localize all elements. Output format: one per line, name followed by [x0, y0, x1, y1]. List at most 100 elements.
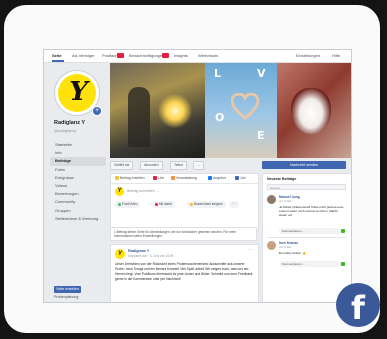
spotlight-glow: [158, 93, 192, 129]
post-body-text: Unser Drehvideo von der Rücksicht eines …: [115, 262, 253, 281]
tab-event[interactable]: Veranstaltung: [171, 176, 197, 181]
cover-tile-stage-light: [110, 63, 205, 158]
tab-live[interactable]: Live: [153, 176, 165, 181]
comment-timestamp: vor 3 Std.: [279, 199, 292, 203]
topbar-tab-ad-tools[interactable]: Werbetools: [198, 53, 218, 58]
approve-check-icon[interactable]: [341, 262, 345, 266]
send-message-button[interactable]: Nachricht senden: [262, 161, 346, 169]
sidebar-item-reviews[interactable]: Bewertungen: [50, 190, 106, 198]
sidebar-item-videos[interactable]: Videos: [50, 182, 106, 190]
briefcase-icon: [235, 176, 239, 181]
inbox-badge: [117, 53, 124, 58]
profile-logo-y: Y: [69, 77, 88, 107]
topbar-tab-insights[interactable]: Insights: [174, 53, 188, 58]
comment-text: Ja Mister phänomenal! Habe mich gefreut …: [279, 205, 344, 218]
photo-video-button[interactable]: Foto/Video: [115, 201, 141, 208]
tab-offer-label: Angebot: [213, 176, 226, 180]
page-title[interactable]: Radiglanz Y: [54, 120, 85, 126]
tab-offer[interactable]: Angebot: [208, 176, 226, 181]
avatar[interactable]: [267, 195, 276, 204]
sidebar-item-events[interactable]: Ereignisse: [50, 174, 106, 182]
tab-event-label: Veranstaltung: [176, 176, 197, 180]
photo-video-label: Foto/Video: [122, 202, 138, 206]
topbar-settings-link[interactable]: Einstellungen: [296, 53, 320, 58]
facebook-logo-icon: f: [336, 283, 380, 327]
composer-avatar: Y: [115, 187, 124, 196]
cover-tile-open-mouth: [277, 63, 351, 158]
divider: [267, 237, 347, 238]
page-sidebar: Y + Radiglanz Y @radiglanzy Startseite I…: [44, 63, 106, 302]
topbar-tab-page[interactable]: Seite: [52, 53, 62, 58]
composer-input[interactable]: Beitrag schreiben ...: [127, 189, 159, 193]
post-options-icon[interactable]: ···: [248, 247, 253, 253]
performer-silhouette: [128, 87, 150, 147]
topbar-help-link[interactable]: Hilfe: [332, 53, 340, 58]
sidebar-item-home[interactable]: Startseite: [50, 141, 106, 149]
page-handle[interactable]: @radiglanzy: [54, 128, 76, 133]
add-photo-icon[interactable]: +: [92, 106, 102, 116]
tab-create-post[interactable]: Beitrag erstellen: [115, 176, 145, 181]
boost-icon: [190, 202, 193, 206]
page-topbar: Seite Als Verfolger Postfach Benachricht…: [44, 50, 351, 63]
comment-timestamp: vor 5 Std.: [279, 245, 292, 249]
sidebar-item-photos[interactable]: Fotos: [50, 166, 106, 174]
comment-reply-input[interactable]: Kommentieren ...: [279, 261, 342, 267]
comment-text: Ein tolles Video! 👍: [279, 251, 306, 255]
sidebar-item-posts[interactable]: Beiträge: [50, 157, 106, 166]
post-composer: Beitrag erstellen Live Veranstaltung Ang…: [110, 173, 259, 231]
tag-icon: [208, 176, 212, 181]
sidebar-item-info[interactable]: Info: [50, 149, 106, 157]
topbar-tab-as-follower[interactable]: Als Verfolger: [72, 53, 95, 58]
comment-reply-input[interactable]: Kommentieren ...: [279, 228, 342, 234]
calendar-icon: [171, 176, 175, 181]
recent-activity-title: Neueste Beiträge: [267, 177, 297, 181]
device-frame: Seite Als Verfolger Postfach Benachricht…: [4, 5, 380, 333]
sidebar-nav: Startseite Info Beiträge Fotos Ereigniss…: [50, 141, 106, 223]
page-notice: 1 Beitrag dieser Seite für Abmeldungen, …: [110, 227, 257, 241]
tab-job[interactable]: Job: [235, 176, 245, 181]
photo-icon: [118, 202, 121, 206]
cover-tile-love-hands: L O V E: [205, 63, 277, 158]
boost-label: Bekanntheit steigern: [194, 202, 224, 206]
activity-search-input[interactable]: Suchen: [267, 184, 346, 190]
share-button[interactable]: Teilen: [170, 161, 187, 170]
composer-more-button[interactable]: ···: [229, 201, 239, 208]
tab-live-label: Live: [158, 176, 165, 180]
more-actions-button[interactable]: ...: [193, 161, 204, 170]
love-letter-e: E: [257, 129, 265, 142]
boost-button[interactable]: Bekanntheit steigern: [187, 201, 227, 208]
approve-check-icon[interactable]: [341, 229, 345, 233]
post-author[interactable]: Radiglanz Y: [128, 249, 149, 253]
sidebar-item-groups[interactable]: Gruppen: [50, 207, 106, 215]
liked-button[interactable]: Gefällt mir: [110, 161, 134, 170]
active-tab-indicator: [52, 60, 64, 62]
hand-heart-icon: [231, 93, 259, 120]
cover-photo[interactable]: L O V E: [110, 63, 351, 158]
post-avatar[interactable]: Y: [115, 249, 125, 259]
notifications-badge: [162, 53, 169, 58]
create-page-button[interactable]: Seite erstellen: [54, 286, 81, 293]
feed-post: Y Radiglanz Y Gepostet von · 3. Juni um …: [110, 244, 259, 302]
sidebar-footer-link[interactable]: Probenplanung: [54, 295, 78, 299]
love-letter-v: V: [257, 67, 266, 80]
pencil-icon: [115, 176, 119, 181]
live-icon: [153, 176, 157, 181]
activity-entry: Ines Krause vor 5 Std. Ein tolles Video!…: [267, 241, 347, 291]
facebook-page-screenshot: Seite Als Verfolger Postfach Benachricht…: [43, 49, 352, 303]
tag-people-label: Mit dabei: [159, 202, 172, 206]
avatar[interactable]: [267, 241, 276, 250]
sidebar-item-community[interactable]: Community: [50, 198, 106, 206]
recent-activity-panel: Neueste Beiträge Suchen Manuel Jung vor …: [262, 173, 351, 302]
topbar-tab-inbox[interactable]: Postfach: [102, 53, 118, 58]
tag-people-button[interactable]: Mit dabei: [152, 201, 175, 208]
post-timestamp[interactable]: Gepostet von · 3. Juni um 14:09: [128, 254, 173, 258]
sidebar-item-jobs[interactable]: Stellenbörse & Werbung: [50, 215, 106, 223]
open-mouth-graphic: [291, 88, 331, 134]
checkin-icon: [155, 202, 158, 206]
tab-create-post-label: Beitrag erstellen: [120, 176, 145, 180]
page-action-bar: Gefällt mir Abonniert Teilen ... Nachric…: [110, 160, 351, 170]
composer-tabs: Beitrag erstellen Live Veranstaltung Ang…: [111, 174, 258, 184]
following-button[interactable]: Abonniert: [140, 161, 163, 170]
topbar-tab-notifications[interactable]: Benachrichtigungen: [129, 53, 164, 58]
love-letter-l: L: [214, 67, 222, 80]
